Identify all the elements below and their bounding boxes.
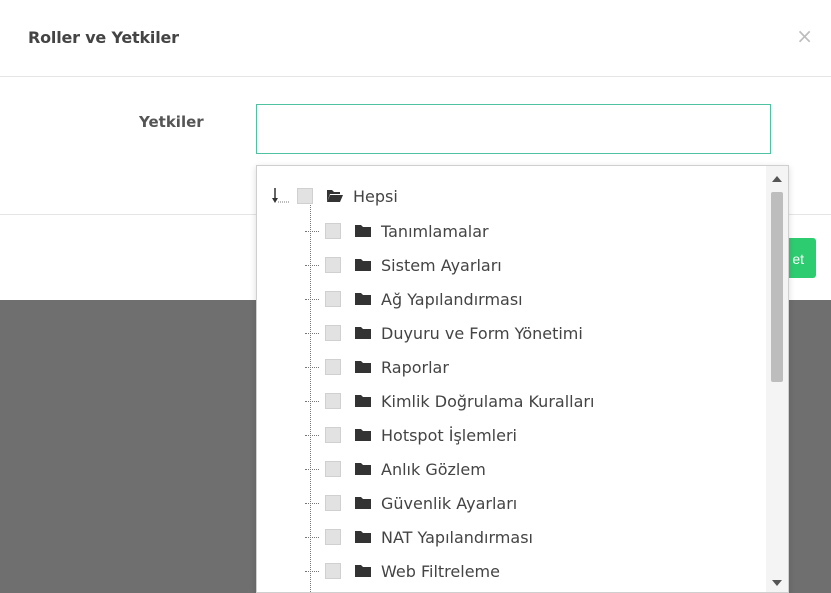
tree-node-item[interactable]: Raporlar bbox=[303, 352, 449, 382]
tree-node-item[interactable]: Ağ Yapılandırması bbox=[303, 284, 523, 314]
checkbox[interactable] bbox=[325, 461, 341, 477]
tree-connector[interactable] bbox=[303, 488, 325, 518]
folder-icon bbox=[355, 293, 371, 305]
modal-title: Roller ve Yetkiler bbox=[28, 28, 179, 47]
tree-connector[interactable] bbox=[303, 250, 325, 280]
folder-open-icon bbox=[327, 190, 343, 202]
tree-node-label: Kimlik Doğrulama Kuralları bbox=[381, 391, 595, 411]
checkbox[interactable] bbox=[325, 325, 341, 341]
checkbox[interactable] bbox=[325, 291, 341, 307]
tree-node-label: Güvenlik Ayarları bbox=[381, 493, 518, 513]
tree-node-item[interactable]: Tanımlamalar bbox=[303, 216, 489, 246]
close-icon[interactable]: × bbox=[796, 26, 813, 46]
scrollbar[interactable] bbox=[766, 166, 788, 592]
checkbox[interactable] bbox=[325, 393, 341, 409]
folder-icon bbox=[355, 259, 371, 271]
permissions-label: Yetkiler bbox=[139, 113, 204, 131]
permissions-tree-dropdown: Hepsi Tanımlamalar Sistem Ayarları Ağ Yapı… bbox=[256, 165, 789, 593]
tree-node-item[interactable]: NAT Yapılandırması bbox=[303, 522, 533, 552]
tree-connector[interactable] bbox=[303, 352, 325, 382]
tree-node-item[interactable]: Anlık Gözlem bbox=[303, 454, 486, 484]
checkbox[interactable] bbox=[325, 359, 341, 375]
tree-node-label: Ağ Yapılandırması bbox=[381, 289, 523, 309]
tree-connector[interactable] bbox=[303, 386, 325, 416]
tree-connector[interactable] bbox=[303, 454, 325, 484]
checkbox[interactable] bbox=[325, 563, 341, 579]
folder-icon bbox=[355, 463, 371, 475]
tree-node-item[interactable]: Kimlik Doğrulama Kuralları bbox=[303, 386, 594, 416]
tree-node-item[interactable]: Güvenlik Ayarları bbox=[303, 488, 517, 518]
scroll-up-icon[interactable] bbox=[766, 170, 788, 188]
checkbox[interactable] bbox=[325, 495, 341, 511]
tree-connector[interactable] bbox=[303, 216, 325, 246]
tree-connector[interactable] bbox=[303, 318, 325, 348]
tree-connector[interactable] bbox=[303, 556, 325, 586]
tree-node-label: Hotspot İşlemleri bbox=[381, 425, 517, 445]
tree-node-label: Web Filtreleme bbox=[381, 561, 500, 581]
tree-node-label: Hepsi bbox=[353, 186, 398, 206]
folder-icon bbox=[355, 429, 371, 441]
folder-icon bbox=[355, 497, 371, 509]
tree-node-label: Tanımlamalar bbox=[381, 221, 489, 241]
tree-node-root[interactable]: Hepsi bbox=[271, 181, 398, 211]
tree-node-item[interactable]: Sistem Ayarları bbox=[303, 250, 502, 280]
tree-node-label: Anlık Gözlem bbox=[381, 459, 486, 479]
checkbox[interactable] bbox=[325, 427, 341, 443]
checkbox[interactable] bbox=[325, 223, 341, 239]
checkbox[interactable] bbox=[325, 529, 341, 545]
checkbox[interactable] bbox=[297, 188, 313, 204]
folder-icon bbox=[355, 531, 371, 543]
scroll-thumb[interactable] bbox=[771, 192, 783, 382]
folder-icon bbox=[355, 565, 371, 577]
collapse-arrow-icon[interactable] bbox=[271, 186, 291, 206]
permissions-tree-input[interactable] bbox=[256, 104, 771, 154]
scroll-down-icon[interactable] bbox=[766, 574, 788, 592]
tree-node-label: Sistem Ayarları bbox=[381, 255, 502, 275]
permissions-tree: Hepsi Tanımlamalar Sistem Ayarları Ağ Yapı… bbox=[257, 166, 767, 592]
checkbox[interactable] bbox=[325, 257, 341, 273]
tree-node-label: Raporlar bbox=[381, 357, 449, 377]
tree-connector[interactable] bbox=[303, 284, 325, 314]
folder-icon bbox=[355, 225, 371, 237]
tree-node-item[interactable]: Duyuru ve Form Yönetimi bbox=[303, 318, 583, 348]
tree-node-item[interactable]: Hotspot İşlemleri bbox=[303, 420, 517, 450]
folder-icon bbox=[355, 395, 371, 407]
tree-node-label: NAT Yapılandırması bbox=[381, 527, 533, 547]
modal-header: Roller ve Yetkiler × bbox=[0, 0, 831, 77]
tree-connector[interactable] bbox=[303, 522, 325, 552]
folder-icon bbox=[355, 361, 371, 373]
folder-icon bbox=[355, 327, 371, 339]
tree-connector[interactable] bbox=[303, 420, 325, 450]
tree-node-item[interactable]: Web Filtreleme bbox=[303, 556, 500, 586]
tree-node-label: Duyuru ve Form Yönetimi bbox=[381, 323, 583, 343]
